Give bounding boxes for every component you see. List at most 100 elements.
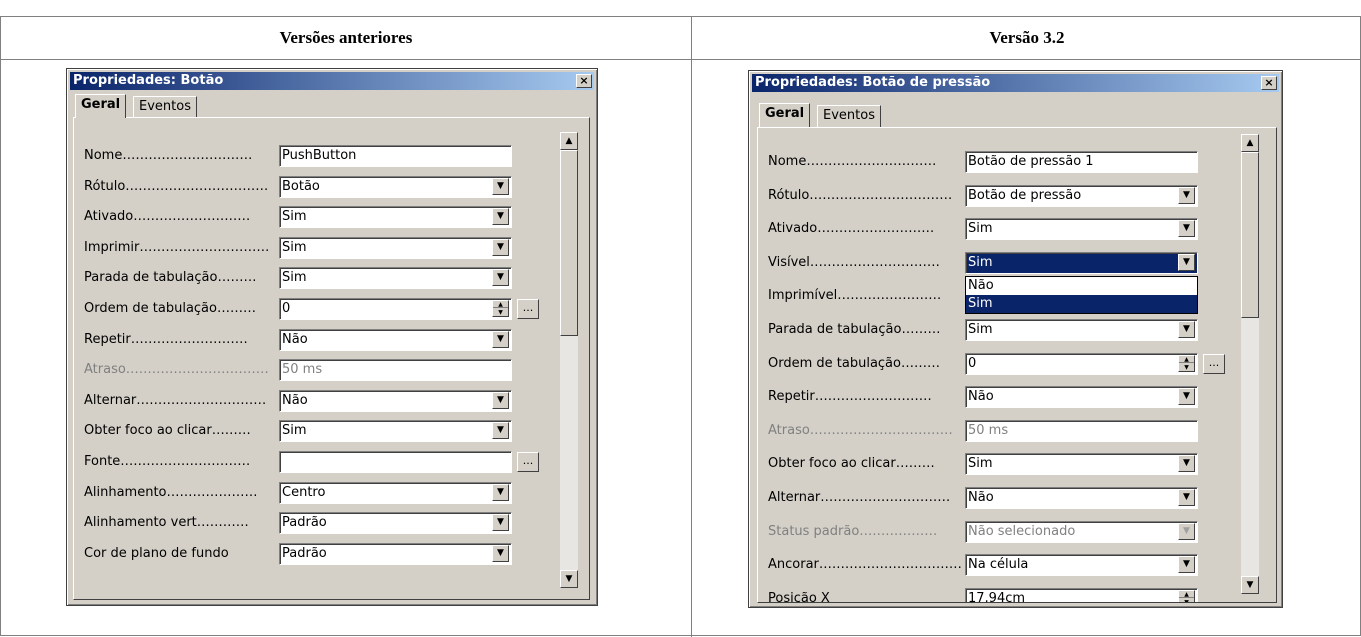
property-row: Ativado……………………… Sim ▼ [758, 217, 1238, 241]
property-row: Nome………………………… Botão de pressão 1 [758, 150, 1238, 174]
property-label: Ancorar…………………………… [768, 557, 962, 573]
dropdown-option[interactable]: Sim [966, 294, 1197, 313]
property-value-field[interactable]: Centro [279, 481, 512, 504]
chevron-down-icon[interactable]: ▼ [492, 544, 509, 562]
property-value-field[interactable]: Sim [279, 206, 512, 229]
property-value-field[interactable]: 0 [965, 352, 1198, 375]
ellipsis-button[interactable]: ... [1203, 353, 1225, 374]
dialog-titlebar[interactable]: Propriedades: Botão de pressão × [752, 74, 1279, 92]
spin-button[interactable]: ▲ ▼ [1178, 354, 1195, 372]
chevron-down-icon[interactable]: ▼ [1178, 321, 1195, 338]
chevron-down-icon[interactable]: ▼ [492, 483, 509, 501]
scroll-down-icon[interactable]: ▼ [560, 570, 578, 588]
property-value-field[interactable]: Sim [965, 453, 1198, 476]
property-value-field[interactable]: Botão [279, 175, 512, 198]
property-value-field[interactable]: Na célula [965, 554, 1198, 577]
chevron-down-icon[interactable]: ▼ [492, 177, 509, 195]
dialog-titlebar[interactable]: Propriedades: Botão × [70, 72, 594, 90]
property-value-field[interactable]: 17,94cm [965, 587, 1198, 602]
property-row: Parada de tabulação……… Sim ▼ [758, 318, 1238, 342]
property-row: Nome………………………… PushButton [74, 144, 554, 168]
property-label: Posição X [768, 590, 830, 603]
property-row: Cor de plano de fundo Padrão ▼ [74, 542, 554, 566]
ellipsis-button[interactable]: ... [517, 299, 539, 319]
property-value-field[interactable]: Sim [279, 236, 512, 259]
dropdown-option[interactable]: Não [966, 277, 1197, 295]
spin-down-icon[interactable]: ▼ [1179, 599, 1194, 602]
chevron-down-icon[interactable]: ▼ [1178, 455, 1195, 473]
property-label: Alternar………………………… [768, 490, 951, 505]
chevron-down-icon[interactable]: ▼ [1178, 220, 1195, 238]
property-value-field[interactable]: Não [965, 386, 1198, 409]
chevron-down-icon[interactable]: ▼ [492, 208, 509, 226]
chevron-down-icon[interactable]: ▼ [1178, 556, 1195, 574]
property-value-field[interactable]: Botão de pressão 1 [965, 151, 1198, 173]
tab-general[interactable]: Geral [75, 94, 127, 118]
property-label: Nome………………………… [768, 154, 937, 169]
property-value-field[interactable]: Sim [965, 218, 1198, 241]
property-value-field[interactable]: Não [965, 487, 1198, 509]
property-label: Atraso…………………………… [768, 422, 953, 438]
close-icon[interactable]: × [1261, 76, 1277, 90]
tab-events[interactable]: Eventos [133, 96, 197, 118]
property-row: Ancorar…………………………… Na célula ▼ [758, 553, 1238, 577]
spin-up-icon[interactable]: ▲ [1179, 356, 1194, 363]
property-value-field[interactable]: Não [279, 328, 512, 351]
header-divider [1, 59, 1361, 60]
property-value-field[interactable]: Sim [279, 267, 512, 290]
property-row: Imprimir………………………… Sim ▼ [74, 236, 554, 260]
chevron-down-icon[interactable]: ▼ [492, 269, 509, 287]
property-value-field[interactable]: Padrão [279, 542, 512, 565]
tab-events[interactable]: Eventos [817, 105, 881, 127]
spin-button[interactable]: ▲ ▼ [492, 300, 509, 317]
property-row: Atraso…………………………… 50 ms [758, 419, 1238, 443]
chevron-down-icon[interactable]: ▼ [1178, 388, 1195, 406]
properties-dialog-v32: Propriedades: Botão de pressão × Geral E… [748, 70, 1283, 608]
spin-up-icon[interactable]: ▲ [1179, 591, 1194, 598]
property-value-field[interactable]: Sim [965, 319, 1198, 341]
property-label: Cor de plano de fundo [84, 545, 229, 561]
property-value-field[interactable]: Sim [965, 251, 1198, 274]
property-label: Nome………………………… [84, 148, 253, 163]
chevron-down-icon[interactable]: ▼ [492, 391, 509, 409]
chevron-down-icon[interactable]: ▼ [1178, 186, 1195, 204]
spin-button[interactable]: ▲ ▼ [1178, 589, 1195, 602]
property-value-field[interactable] [279, 451, 512, 473]
property-value-field[interactable]: 0 [279, 298, 512, 320]
ellipsis-button[interactable]: ... [517, 452, 539, 472]
property-row: Obter foco ao clicar……… Sim ▼ [74, 419, 554, 443]
close-icon[interactable]: × [576, 74, 592, 88]
tab-general[interactable]: Geral [759, 103, 811, 127]
chevron-down-icon[interactable]: ▼ [1178, 489, 1195, 506]
chevron-down-icon[interactable]: ▼ [492, 422, 509, 440]
spin-down-icon[interactable]: ▼ [1179, 364, 1194, 371]
chevron-down-icon[interactable]: ▼ [492, 514, 509, 532]
chevron-down-icon[interactable]: ▼ [492, 238, 509, 256]
spin-up-icon[interactable]: ▲ [493, 301, 508, 308]
scroll-up-icon[interactable]: ▲ [1241, 134, 1259, 152]
property-value-field[interactable]: Botão de pressão [965, 184, 1198, 207]
vertical-scrollbar[interactable]: ▲ ▼ [1241, 134, 1259, 594]
property-value-field[interactable]: PushButton [279, 145, 512, 167]
property-row: Alternar………………………… Não ▼ [74, 389, 554, 413]
property-value-field[interactable]: Padrão [279, 512, 512, 535]
scroll-thumb[interactable] [1241, 152, 1259, 318]
property-value-field[interactable]: Sim [279, 420, 512, 443]
vertical-scrollbar[interactable]: ▲ ▼ [560, 132, 578, 588]
property-label: Repetir……………………… [768, 389, 932, 405]
property-label: Repetir……………………… [84, 331, 248, 347]
dropdown-options-list[interactable]: Não Sim [965, 275, 1198, 314]
spin-down-icon[interactable]: ▼ [493, 309, 508, 316]
property-row: Status padrão……………… Não selecionado ▼ [758, 520, 1238, 544]
chevron-down-icon[interactable]: ▼ [1178, 253, 1195, 271]
scroll-thumb[interactable] [560, 150, 578, 336]
column-divider [691, 17, 692, 637]
property-row: Posição X 17,94cm ▲ ▼ [758, 587, 1238, 603]
property-row: Ordem de tabulação……… 0 ▲ ▼... [74, 297, 554, 321]
scroll-up-icon[interactable]: ▲ [560, 132, 578, 150]
chevron-down-icon[interactable]: ▼ [492, 330, 509, 348]
property-value-field[interactable]: Não [279, 389, 512, 412]
property-row: Ativado……………………… Sim ▼ [74, 205, 554, 229]
scroll-down-icon[interactable]: ▼ [1241, 576, 1259, 594]
property-label: Obter foco ao clicar……… [768, 456, 935, 472]
